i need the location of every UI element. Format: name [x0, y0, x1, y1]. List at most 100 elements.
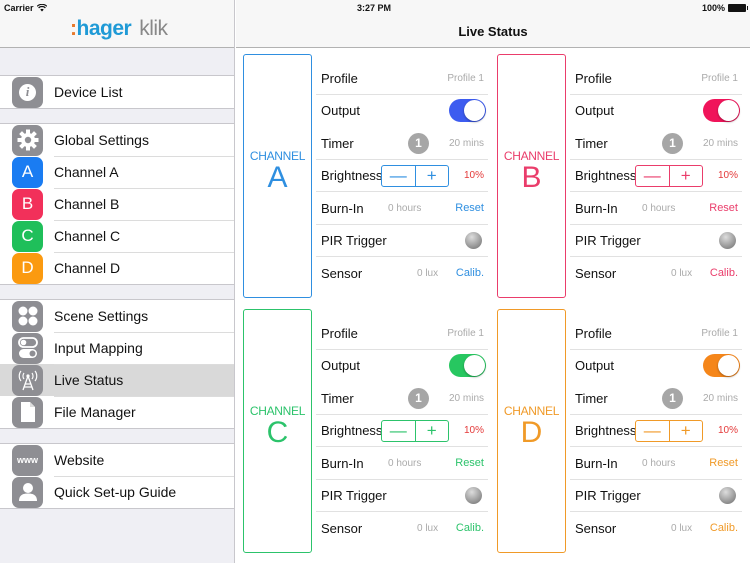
output-toggle[interactable] — [703, 354, 740, 378]
row-label: Output — [575, 358, 615, 374]
battery-percent: 100% — [701, 3, 725, 13]
sidebar-item-input-mapping[interactable]: Input Mapping — [0, 332, 234, 364]
channel-b-icon: B — [12, 188, 43, 220]
antenna-icon — [12, 364, 43, 396]
row-label: Sensor — [575, 520, 617, 536]
row-profile: Profile Profile 1 — [316, 62, 488, 95]
row-pir: PIR Trigger — [316, 225, 488, 258]
sidebar-item-live-status[interactable]: Live Status — [0, 364, 234, 396]
profile-value[interactable]: Profile 1 — [701, 73, 738, 84]
sensor-value: 0 lux — [417, 522, 439, 534]
channel-letter: B — [521, 161, 542, 194]
burn-in-value: 0 hours — [642, 457, 676, 469]
sidebar-item-channel-a[interactable]: A Channel A — [0, 156, 234, 188]
channel-card[interactable]: CHANNEL B — [497, 54, 566, 298]
row-burn-in: Burn-In 0 hours Reset — [316, 447, 488, 480]
output-toggle[interactable] — [449, 354, 486, 378]
brightness-stepper: — + — [635, 419, 703, 442]
row-label: Output — [321, 358, 361, 374]
reset-button[interactable]: Reset — [709, 202, 738, 214]
channel-settings: Profile Profile 1 Output Timer 1 20 mins Br… — [570, 317, 742, 545]
sidebar-item-label: Live Status — [54, 372, 124, 388]
channel-settings: Profile Profile 1 Output Timer 1 20 mins Br… — [316, 317, 488, 545]
sidebar-item-device-list[interactable]: i Device List — [0, 76, 234, 108]
output-toggle[interactable] — [703, 99, 740, 123]
row-sensor: Sensor 0 lux Calib. — [316, 512, 488, 545]
channel-d-icon: D — [12, 252, 43, 284]
brightness-stepper: — + — [381, 419, 449, 442]
timer-value: 20 mins — [702, 137, 738, 149]
decrement-button[interactable]: — — [382, 166, 415, 186]
increment-button[interactable]: + — [668, 420, 703, 441]
sidebar-item-website[interactable]: www Website — [0, 444, 234, 476]
brightness-value: 10% — [717, 425, 738, 437]
channel-letter: D — [520, 416, 543, 449]
row-label: Burn-In — [575, 455, 618, 471]
row-output: Output — [570, 350, 742, 383]
wifi-icon — [36, 4, 47, 12]
timer-badge: 1 — [662, 387, 683, 409]
sidebar-item-scene-settings[interactable]: Scene Settings — [0, 300, 234, 332]
row-label: Brightness — [575, 423, 637, 439]
output-toggle[interactable] — [449, 99, 486, 123]
increment-button[interactable]: + — [668, 165, 703, 186]
sidebar-item-channel-d[interactable]: D Channel D — [0, 252, 234, 284]
sidebar-item-channel-c[interactable]: C Channel C — [0, 220, 234, 252]
logo-product: klik — [139, 17, 168, 40]
sidebar-item-label: Quick Set-up Guide — [54, 484, 177, 500]
sidebar-item-global-settings[interactable]: Global Settings — [0, 124, 234, 156]
brightness-value: 10% — [463, 170, 484, 182]
row-sensor: Sensor 0 lux Calib. — [316, 257, 488, 290]
timer-badge: 1 — [662, 132, 683, 154]
info-icon: i — [12, 76, 43, 108]
sidebar: : hager klik i Device List Global Settings A C… — [0, 0, 235, 563]
channel-panel-b: CHANNEL B Profile Profile 1 Output Timer 1… — [490, 48, 744, 298]
burn-in-value: 0 hours — [642, 202, 676, 214]
channel-card[interactable]: CHANNEL D — [497, 309, 566, 553]
reset-button[interactable]: Reset — [709, 457, 738, 469]
brightness-stepper: — + — [635, 164, 703, 187]
sidebar-item-quick-set-up-guide[interactable]: Quick Set-up Guide — [0, 476, 234, 508]
carrier-area: Carrier — [4, 3, 47, 13]
row-label: Burn-In — [321, 455, 364, 471]
row-output: Output — [316, 350, 488, 383]
row-label: PIR Trigger — [575, 233, 641, 249]
channel-panel-c: CHANNEL C Profile Profile 1 Output Timer 1… — [236, 303, 490, 553]
decrement-button[interactable]: — — [636, 166, 669, 186]
sidebar-item-label: Device List — [54, 84, 123, 100]
sidebar-group: Global Settings A Channel A B Channel B C Chan… — [0, 123, 234, 285]
profile-value[interactable]: Profile 1 — [447, 328, 484, 339]
reset-button[interactable]: Reset — [455, 457, 484, 469]
profile-value[interactable]: Profile 1 — [447, 73, 484, 84]
row-burn-in: Burn-In 0 hours Reset — [316, 192, 488, 225]
calibrate-button[interactable]: Calib. — [456, 522, 484, 534]
row-label: Profile — [575, 325, 612, 341]
channel-card[interactable]: CHANNEL A — [243, 54, 312, 298]
increment-button[interactable]: + — [414, 420, 449, 441]
reset-button[interactable]: Reset — [455, 202, 484, 214]
decrement-button[interactable]: — — [636, 421, 669, 441]
calibrate-button[interactable]: Calib. — [710, 267, 738, 279]
profile-value[interactable]: Profile 1 — [701, 328, 738, 339]
brightness-value: 10% — [463, 425, 484, 437]
sensor-value: 0 lux — [671, 522, 693, 534]
decrement-button[interactable]: — — [382, 421, 415, 441]
sidebar-item-file-manager[interactable]: File Manager — [0, 396, 234, 428]
calibrate-button[interactable]: Calib. — [456, 267, 484, 279]
row-label: Output — [575, 103, 615, 119]
sidebar-group: i Device List — [0, 75, 234, 109]
channel-c-icon: C — [12, 220, 43, 252]
row-label: Brightness — [575, 168, 637, 184]
row-profile: Profile Profile 1 — [316, 317, 488, 350]
channel-a-icon: A — [12, 156, 43, 188]
calibrate-button[interactable]: Calib. — [710, 522, 738, 534]
pir-indicator-icon — [465, 232, 482, 250]
channel-card[interactable]: CHANNEL C — [243, 309, 312, 553]
increment-button[interactable]: + — [414, 165, 449, 186]
sidebar-item-channel-b[interactable]: B Channel B — [0, 188, 234, 220]
gear-icon — [12, 124, 43, 156]
row-brightness: Brightness — +10% — [570, 160, 742, 193]
sidebar-item-label: File Manager — [54, 404, 136, 420]
channel-letter: C — [266, 416, 289, 449]
row-label: Timer — [575, 135, 608, 151]
